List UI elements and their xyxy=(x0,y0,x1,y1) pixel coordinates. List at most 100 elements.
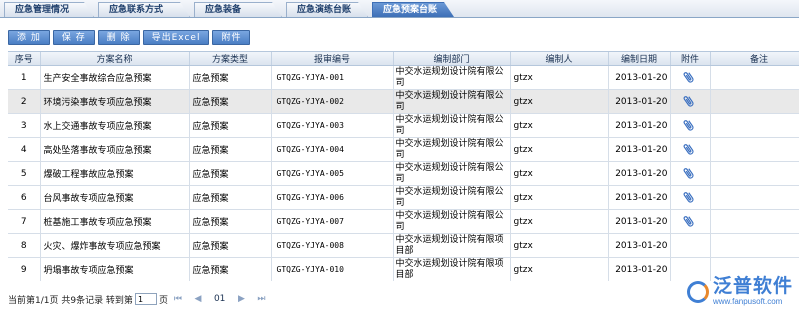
cell-department: 中交水运规划设计院有限公司 xyxy=(393,113,511,138)
cell-date: 2013-01-20 xyxy=(608,89,671,114)
logo-text: 泛普软件 www.fanpusoft.com xyxy=(713,277,793,306)
table-row[interactable]: 2 环境污染事故专项应急预案 应急预案 GTQZG-YJYA-002 中交水运规划设计院… xyxy=(8,89,799,114)
col-header-author[interactable]: 编制人 xyxy=(510,52,609,66)
cell-review-code: GTQZG-YJYA-005 xyxy=(271,161,394,186)
cell-plan-type: 应急预案 xyxy=(189,65,272,90)
cell-department: 中交水运规划设计院有限公司 xyxy=(393,137,511,162)
cell-plan-name: 火灾、爆炸事故专项应急预案 xyxy=(40,233,190,258)
table-row[interactable]: 9 坍塌事故专项应急预案 应急预案 GTQZG-YJYA-010 中交水运规划设计院有限… xyxy=(8,257,799,281)
cell-remark xyxy=(710,113,799,138)
cell-author: gtzx xyxy=(510,257,609,281)
fanpu-logo: 泛普软件 www.fanpusoft.com xyxy=(686,277,793,306)
add-button[interactable]: 添 加 xyxy=(8,30,50,45)
cell-review-code: GTQZG-YJYA-004 xyxy=(271,137,394,162)
cell-remark xyxy=(710,89,799,114)
cell-author: gtzx xyxy=(510,137,609,162)
cell-attachment xyxy=(670,113,711,138)
cell-remark xyxy=(710,161,799,186)
cell-review-code: GTQZG-YJYA-003 xyxy=(271,113,394,138)
cell-plan-type: 应急预案 xyxy=(189,233,272,258)
plan-table: 序号 方案名称 方案类型 报审编号 编制部门 编制人 编制日期 附件 备注 1生… xyxy=(8,52,799,281)
cell-attachment xyxy=(670,137,711,162)
paperclip-icon[interactable] xyxy=(681,164,698,183)
table-row[interactable]: 1 生产安全事故综合应急预案 应急预案 GTQZG-YJYA-001 中交水运规划设计院… xyxy=(8,65,799,90)
cell-plan-name: 环境污染事故专项应急预案 xyxy=(40,89,190,114)
cell-plan-type: 应急预案 xyxy=(189,113,272,138)
table-row[interactable]: 6 台风事故专项应急预案 应急预案 GTQZG-YJYA-006 中交水运规划设计院有限… xyxy=(8,185,799,210)
col-header-name[interactable]: 方案名称 xyxy=(40,52,190,66)
cell-index: 3 xyxy=(8,113,41,138)
table-row[interactable]: 7 桩基施工事故专项应急预案 应急预案 GTQZG-YJYA-007 中交水运规划设计院… xyxy=(8,209,799,234)
cell-department: 中交水运规划设计院有限公司 xyxy=(393,185,511,210)
cell-attachment xyxy=(670,185,711,210)
cell-review-code: GTQZG-YJYA-010 xyxy=(271,257,394,281)
cell-date: 2013-01-20 xyxy=(608,257,671,281)
paperclip-icon[interactable] xyxy=(681,92,698,111)
current-page-number[interactable]: 01 xyxy=(214,294,225,304)
cell-review-code: GTQZG-YJYA-006 xyxy=(271,185,394,210)
cell-review-code: GTQZG-YJYA-002 xyxy=(271,89,394,114)
next-page-icon[interactable]: ▶ xyxy=(235,293,247,305)
cell-remark xyxy=(710,233,799,258)
cell-plan-type: 应急预案 xyxy=(189,209,272,234)
pager-page-suffix: 页 xyxy=(158,295,168,306)
col-header-dept[interactable]: 编制部门 xyxy=(393,52,511,66)
cell-remark xyxy=(710,137,799,162)
col-header-date[interactable]: 编制日期 xyxy=(608,52,671,66)
paperclip-icon[interactable] xyxy=(681,188,698,207)
page-number-input[interactable] xyxy=(134,293,157,305)
cell-plan-type: 应急预案 xyxy=(189,161,272,186)
cell-attachment xyxy=(670,233,711,258)
toolbar: 添 加 保 存 删 除 导出Excel 附件 xyxy=(8,30,251,46)
cell-plan-name: 台风事故专项应急预案 xyxy=(40,185,190,210)
paperclip-icon[interactable] xyxy=(681,212,698,231)
last-page-icon[interactable]: ⏭ xyxy=(255,293,267,305)
tab-plan-ledger[interactable]: 应急预案台账 xyxy=(372,2,454,17)
cell-index: 8 xyxy=(8,233,41,258)
cell-date: 2013-01-20 xyxy=(608,161,671,186)
tab-drill-ledger[interactable]: 应急演练台账 xyxy=(286,2,368,17)
delete-button[interactable]: 删 除 xyxy=(97,30,140,45)
col-header-remark[interactable]: 备注 xyxy=(710,52,799,66)
fanpu-logo-icon xyxy=(686,280,709,303)
cell-department: 中交水运规划设计院有限公司 xyxy=(393,89,511,114)
table-row[interactable]: 4 高处坠落事故专项应急预案 应急预案 GTQZG-YJYA-004 中交水运规划设计院… xyxy=(8,137,799,162)
cell-attachment xyxy=(670,209,711,234)
cell-date: 2013-01-20 xyxy=(608,209,671,234)
cell-author: gtzx xyxy=(510,161,609,186)
cell-department: 中交水运规划设计院有限公司 xyxy=(393,65,511,90)
cell-index: 4 xyxy=(8,137,41,162)
first-page-icon[interactable]: ⏮ xyxy=(172,293,184,305)
col-header-type[interactable]: 方案类型 xyxy=(189,52,272,66)
save-button[interactable]: 保 存 xyxy=(52,30,95,45)
cell-plan-name: 高处坠落事故专项应急预案 xyxy=(40,137,190,162)
attachment-button[interactable]: 附件 xyxy=(212,30,251,45)
cell-author: gtzx xyxy=(510,209,609,234)
export-excel-button[interactable]: 导出Excel xyxy=(142,30,210,45)
cell-attachment xyxy=(670,161,711,186)
cell-index: 6 xyxy=(8,185,41,210)
table-header: 序号 方案名称 方案类型 报审编号 编制部门 编制人 编制日期 附件 备注 xyxy=(8,52,799,66)
cell-plan-type: 应急预案 xyxy=(189,89,272,114)
table-row[interactable]: 3 水上交通事故专项应急预案 应急预案 GTQZG-YJYA-003 中交水运规划设计院… xyxy=(8,113,799,138)
tab-emergency-equipment[interactable]: 应急装备 xyxy=(194,2,282,17)
col-header-attachment[interactable]: 附件 xyxy=(670,52,711,66)
table-row[interactable]: 8 火灾、爆炸事故专项应急预案 应急预案 GTQZG-YJYA-008 中交水运规划设计… xyxy=(8,233,799,258)
pager: 当前第1/1页 共9条记录 转到第 页 ⏮ ◀ 01 ▶ ⏭ xyxy=(8,292,271,306)
tab-emergency-management[interactable]: 应急管理情况 xyxy=(4,2,94,17)
plan-ledger-grid: 序号 方案名称 方案类型 报审编号 编制部门 编制人 编制日期 附件 备注 1生… xyxy=(8,51,799,281)
paperclip-icon[interactable] xyxy=(681,68,698,87)
col-header-code[interactable]: 报审编号 xyxy=(271,52,394,66)
cell-plan-name: 桩基施工事故专项应急预案 xyxy=(40,209,190,234)
tab-emergency-contacts[interactable]: 应急联系方式 xyxy=(98,2,190,17)
cell-department: 中交水运规划设计院有限公司 xyxy=(393,161,511,186)
prev-page-icon[interactable]: ◀ xyxy=(192,293,204,305)
cell-department: 中交水运规划设计院有限项目部 xyxy=(393,233,511,258)
table-row[interactable]: 5 爆破工程事故应急预案 应急预案 GTQZG-YJYA-005 中交水运规划设计院有限… xyxy=(8,161,799,186)
cell-plan-name: 爆破工程事故应急预案 xyxy=(40,161,190,186)
cell-index: 1 xyxy=(8,65,41,90)
paperclip-icon[interactable] xyxy=(681,140,698,159)
paperclip-icon[interactable] xyxy=(681,116,698,135)
col-header-index[interactable]: 序号 xyxy=(8,52,41,66)
logo-url: www.fanpusoft.com xyxy=(712,297,783,306)
